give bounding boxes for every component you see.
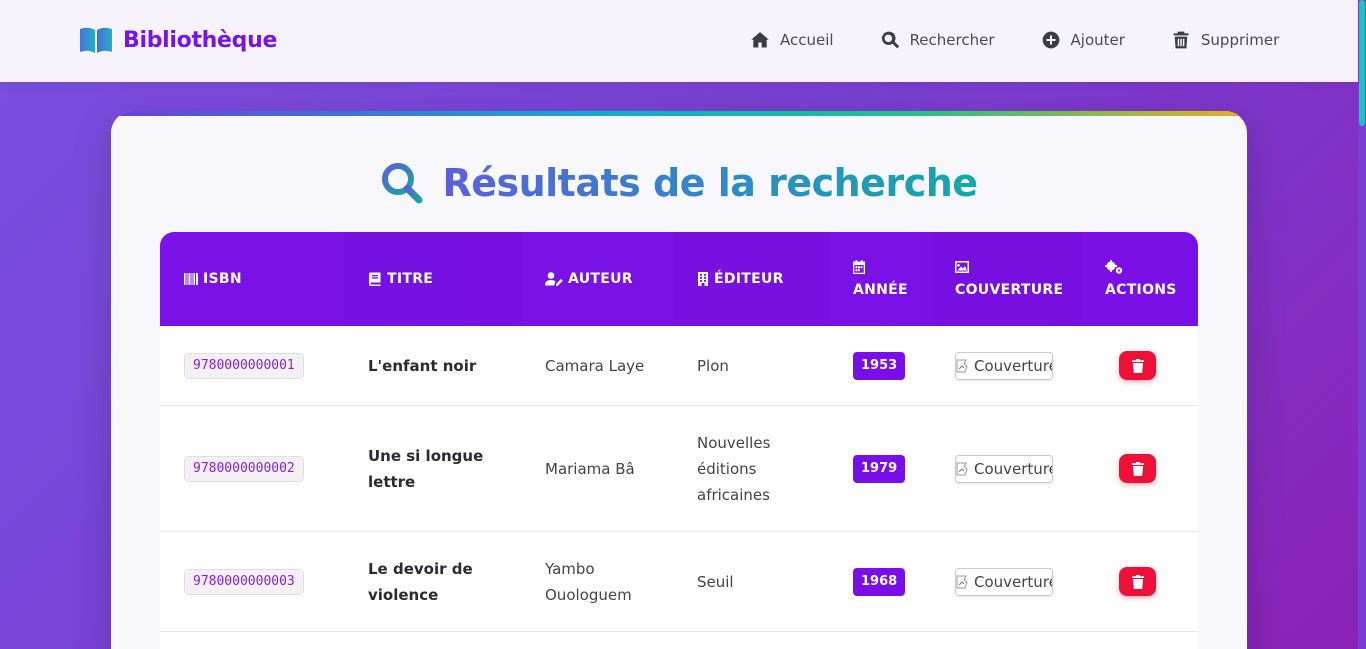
cell-author: Yambo Ouologuem [545, 559, 632, 604]
delete-button[interactable] [1119, 454, 1156, 483]
results-card: Résultats de la recherche ISBN Titre Aut… [111, 111, 1247, 649]
cell-actions [1081, 326, 1198, 405]
isbn-code: 9780000000001 [184, 352, 304, 379]
trash-icon [1131, 358, 1144, 373]
cell-actions [1081, 532, 1198, 631]
cell-cover: Couverture [931, 326, 1081, 405]
table-row [160, 632, 1198, 649]
cover-image: Couverture [955, 351, 1053, 380]
results-table: ISBN Titre Auteur Éditeur [160, 232, 1198, 649]
building-icon [698, 272, 708, 286]
barcode-icon [184, 273, 198, 285]
brand-name: Bibliothèque [123, 27, 278, 53]
nav-item-label: Ajouter [1070, 31, 1125, 49]
column-header-label: Actions [1105, 282, 1177, 298]
page-scrollbar[interactable] [1358, 0, 1366, 649]
cell-author: Camara Laye [545, 356, 645, 375]
plus-circle-icon [1042, 31, 1059, 49]
top-navbar: Bibliothèque Accueil Rechercher Ajouter … [0, 0, 1358, 82]
brand[interactable]: Bibliothèque [79, 25, 277, 55]
cell-publisher: Seuil [697, 572, 734, 591]
table-row: 9780000000003 Le devoir de violence Yamb… [160, 532, 1198, 632]
column-header-label: Titre [387, 271, 434, 287]
cover-image: Couverture [955, 454, 1053, 483]
cell-isbn: 9780000000001 [160, 326, 344, 405]
cell-author: Mariama Bâ [545, 459, 635, 478]
cell-publisher: Plon [697, 356, 729, 375]
cell-year: 1979 [829, 406, 931, 531]
home-icon [751, 32, 769, 48]
column-header-label: Auteur [568, 271, 633, 287]
broken-image-icon [956, 575, 968, 588]
broken-image-icon [956, 359, 968, 372]
cell-isbn: 9780000000002 [160, 406, 344, 531]
nav-item-label: Rechercher [909, 31, 995, 49]
column-header-label: Éditeur [714, 271, 784, 287]
nav-item-rechercher[interactable]: Rechercher [880, 30, 995, 50]
year-badge: 1953 [853, 351, 906, 380]
scrollbar-thumb[interactable] [1359, 0, 1365, 126]
isbn-code: 9780000000003 [184, 568, 304, 595]
cogs-icon [1105, 260, 1123, 274]
cover-alt-text: Couverture [974, 572, 1053, 591]
cell-title: Le devoir de violence [368, 559, 473, 604]
table-header: ISBN Titre Auteur Éditeur [160, 232, 1198, 326]
nav-item-label: Supprimer [1200, 31, 1280, 49]
column-header-label: Année [853, 282, 908, 298]
cell-publisher: Nouvelles éditions africaines [697, 433, 771, 504]
trash-icon [1131, 574, 1144, 589]
broken-image-icon [956, 462, 968, 475]
open-book-icon [80, 27, 112, 53]
table-row: 9780000000001 L'enfant noir Camara Laye … [160, 326, 1198, 406]
cover-alt-text: Couverture [974, 356, 1053, 375]
column-header-isbn: ISBN [160, 232, 344, 326]
delete-button[interactable] [1119, 567, 1156, 596]
image-icon [955, 261, 969, 273]
nav-item-ajouter[interactable]: Ajouter [1041, 30, 1125, 50]
column-header-titre: Titre [344, 232, 521, 326]
column-header-label: Couverture [955, 282, 1064, 298]
cover-image: Couverture [955, 567, 1053, 596]
calendar-icon [853, 260, 865, 274]
trash-icon [1131, 461, 1144, 476]
isbn-code: 9780000000002 [184, 455, 304, 482]
book-icon [368, 272, 381, 286]
column-header-editeur: Éditeur [673, 232, 829, 326]
cell-year: 1953 [829, 326, 931, 405]
nav-menu: Accueil Rechercher Ajouter Supprimer [750, 28, 1279, 52]
page-header: Résultats de la recherche [111, 161, 1247, 205]
user-pen-icon [545, 272, 563, 286]
trash-icon [1173, 31, 1189, 49]
cell-title: Une si longue lettre [368, 446, 484, 491]
page-title: Résultats de la recherche [442, 161, 978, 205]
column-header-actions: Actions [1081, 232, 1198, 326]
cell-isbn: 9780000000003 [160, 532, 344, 631]
cell-title: L'enfant noir [368, 356, 477, 375]
table-row: 9780000000002 Une si longue lettre Maria… [160, 406, 1198, 532]
column-header-label: ISBN [203, 271, 242, 287]
cover-alt-text: Couverture [974, 459, 1053, 478]
column-header-auteur: Auteur [521, 232, 673, 326]
year-badge: 1968 [853, 567, 906, 596]
column-header-couverture: Couverture [931, 232, 1081, 326]
column-header-annee: Année [829, 232, 931, 326]
cell-year: 1968 [829, 532, 931, 631]
search-icon [881, 31, 899, 49]
cell-cover: Couverture [931, 406, 1081, 531]
cell-cover: Couverture [931, 532, 1081, 631]
nav-item-label: Accueil [780, 31, 834, 49]
search-icon [382, 163, 423, 204]
nav-item-accueil[interactable]: Accueil [750, 30, 834, 50]
delete-button[interactable] [1119, 351, 1156, 380]
year-badge: 1979 [853, 454, 906, 483]
nav-item-supprimer[interactable]: Supprimer [1171, 30, 1279, 50]
cell-actions [1081, 406, 1198, 531]
